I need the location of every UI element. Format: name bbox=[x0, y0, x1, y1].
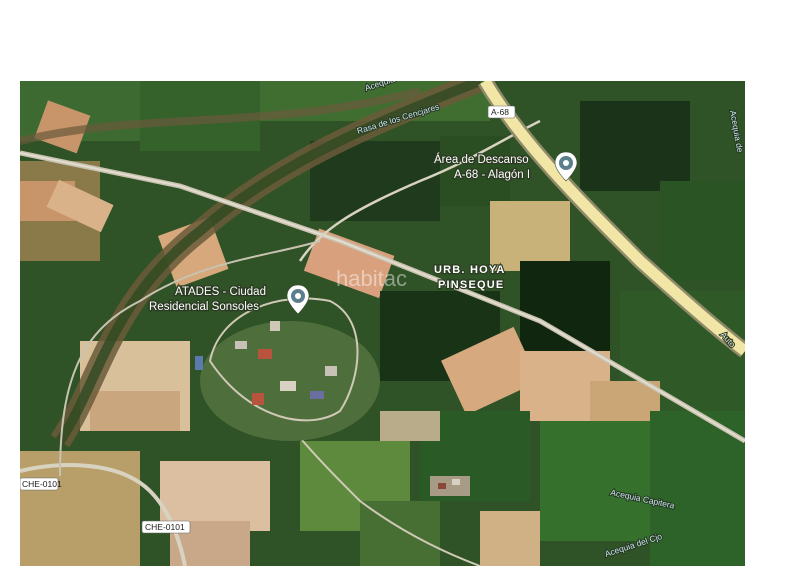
place-label-atades-line1: ATADES - Ciudad bbox=[175, 286, 266, 298]
place-label-atades-line2: Residencial Sonsoles bbox=[149, 301, 259, 313]
village-cluster bbox=[430, 476, 470, 496]
satellite-map[interactable]: habitac Acequia Rasa de los Cencjares Ac… bbox=[20, 81, 745, 566]
road-shield-che0101-left: CHE-0101 bbox=[20, 477, 62, 491]
svg-text:CHE-0101: CHE-0101 bbox=[145, 522, 185, 532]
watermark-text: habitac bbox=[336, 266, 407, 291]
place-label-area-descanso-line1: Área de Descanso bbox=[434, 153, 529, 166]
road-shield-che0101-bottom: CHE-0101 bbox=[141, 520, 191, 534]
place-label-area-descanso-line2: A-68 - Alagón I bbox=[454, 169, 530, 181]
road-shield-a68: A-68 bbox=[487, 105, 516, 119]
area-label-line2: PINSEQUE bbox=[438, 279, 504, 291]
svg-text:CHE-0101: CHE-0101 bbox=[22, 479, 62, 489]
area-label-line1: URB. HOYA bbox=[434, 264, 506, 276]
svg-text:A-68: A-68 bbox=[491, 107, 509, 117]
map-canvas: habitac Acequia Rasa de los Cencjares Ac… bbox=[20, 81, 745, 566]
